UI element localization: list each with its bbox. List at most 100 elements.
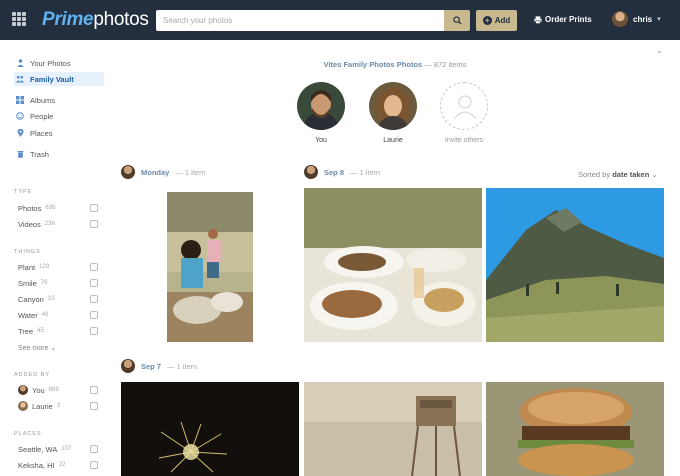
group-count: — 1 item (167, 361, 198, 371)
filter-thing-plant[interactable]: Plant 129 (18, 261, 98, 273)
search-button[interactable] (444, 10, 470, 31)
order-prints-button[interactable]: Order Prints (534, 15, 592, 24)
sort-prefix: Sorted by (578, 170, 611, 179)
sidebar-item-label: Your Photos (30, 58, 71, 68)
invite-others-button[interactable]: Invite others (436, 82, 492, 144)
search-icon (452, 16, 462, 25)
sort-value: date taken (612, 170, 650, 179)
logo-prime-text: Prime (42, 9, 94, 30)
sidebar-item-your-photos[interactable]: Your Photos (14, 56, 104, 70)
sidebar-item-albums[interactable]: Albums (14, 93, 104, 107)
place-pin-icon (16, 129, 24, 137)
plus-icon: + (482, 16, 492, 25)
member-laurie[interactable]: Laurie (365, 82, 421, 144)
add-button[interactable]: + Add (476, 10, 517, 31)
vault-name: Vites Family Photos Photos (323, 60, 423, 69)
filter-added-by-you[interactable]: You 869 (18, 384, 98, 396)
filter-thing-water[interactable]: Water 48 (18, 309, 98, 321)
filter-label: Keksha, HI (18, 460, 55, 470)
filter-label: Plant (18, 262, 36, 272)
avatar (18, 385, 28, 395)
photo-lifeguard-tower[interactable] (304, 382, 482, 476)
sidebar-item-places[interactable]: Places (14, 126, 104, 140)
places-section-heading: PLACES (14, 431, 42, 437)
filter-checkbox[interactable] (90, 263, 98, 271)
filter-checkbox[interactable] (90, 386, 98, 394)
user-avatar (612, 11, 628, 27)
filter-checkbox[interactable] (90, 220, 98, 228)
avatar (304, 165, 318, 179)
filter-checkbox[interactable] (90, 461, 98, 469)
group-header-monday: Monday — 1 item (121, 165, 205, 179)
filter-label: Water (18, 310, 38, 320)
filter-type-videos[interactable]: Videos 236 (18, 218, 98, 230)
family-icon (16, 75, 24, 83)
photo-food-plates[interactable] (304, 188, 482, 342)
sidebar-item-label: People (30, 111, 54, 121)
search-input[interactable] (156, 10, 444, 31)
photo-fireworks[interactable] (121, 382, 299, 476)
see-more-label: See more (18, 345, 49, 352)
member-avatar (369, 82, 417, 130)
filter-checkbox[interactable] (90, 311, 98, 319)
add-person-icon (440, 82, 488, 130)
filter-thing-smile[interactable]: Smile 76 (18, 277, 98, 289)
see-more-link[interactable]: See more ⌄ (18, 344, 56, 352)
sort-dropdown[interactable]: Sorted by date taken ⌄ (578, 170, 658, 179)
filter-count: 45 (37, 328, 44, 334)
member-label: Invite others (444, 137, 484, 144)
filter-thing-tree[interactable]: Tree 45 (18, 325, 98, 337)
filter-checkbox[interactable] (90, 279, 98, 287)
person-icon (16, 59, 24, 67)
type-section-heading: TYPE (14, 189, 33, 195)
vault-count: — 872 items (424, 60, 467, 69)
photo-child-picnic[interactable] (167, 192, 253, 342)
filter-count: 236 (44, 221, 55, 227)
group-date: Sep 7 (141, 361, 162, 371)
filter-count: 636 (45, 205, 56, 211)
filter-checkbox[interactable] (90, 327, 98, 335)
chevron-down-icon: ⌄ (50, 345, 57, 352)
filter-count: 48 (41, 312, 49, 318)
trash-icon (16, 150, 24, 158)
people-icon (16, 112, 24, 120)
filter-count: 129 (39, 264, 50, 270)
sidebar-item-family-vault[interactable]: Family Vault (14, 72, 104, 86)
filter-place-keksha[interactable]: Keksha, HI 22 (18, 459, 98, 471)
filter-count: 869 (48, 387, 59, 393)
sidebar-item-people[interactable]: People (14, 109, 104, 123)
group-date: Monday (141, 167, 170, 177)
avatar (121, 359, 135, 373)
sidebar-item-label: Family Vault (30, 74, 74, 84)
filter-added-by-laurie[interactable]: Laurie 3 (18, 400, 98, 412)
chevron-down-icon[interactable]: ⌄ (656, 46, 663, 55)
filter-checkbox[interactable] (90, 295, 98, 303)
apps-grid-icon[interactable] (12, 12, 26, 26)
filter-thing-canyon[interactable]: Canyon 10 (18, 293, 98, 305)
top-bar: Primephotos + Add Order Prints chris ▾ (0, 0, 680, 40)
filter-count: 137 (61, 446, 72, 452)
filter-count: 76 (40, 280, 48, 286)
filter-checkbox[interactable] (90, 402, 98, 410)
order-prints-label: Order Prints (545, 15, 592, 24)
member-label: You (315, 137, 327, 144)
filter-place-seattle[interactable]: Seattle, WA 137 (18, 443, 98, 455)
added-by-section-heading: ADDED BY (14, 372, 51, 378)
photo-mountain-meadow[interactable] (486, 188, 664, 342)
sidebar: Your Photos Family Vault Albums People P… (0, 40, 112, 476)
group-count: — 1 item (350, 167, 381, 177)
prime-photos-logo[interactable]: Primephotos (42, 9, 149, 31)
filter-label: Smile (18, 278, 37, 288)
sidebar-item-label: Albums (30, 95, 56, 105)
photo-burger[interactable] (486, 382, 664, 476)
sidebar-item-trash[interactable]: Trash (14, 147, 104, 161)
filter-label: Seattle, WA (18, 444, 58, 454)
group-header-sep7: Sep 7 — 1 item (121, 359, 197, 373)
user-menu[interactable]: chris ▾ (612, 11, 661, 27)
filter-type-photos[interactable]: Photos 636 (18, 202, 98, 214)
filter-checkbox[interactable] (90, 204, 98, 212)
member-avatar (297, 82, 345, 130)
filter-checkbox[interactable] (90, 445, 98, 453)
printer-icon (534, 15, 542, 24)
member-you[interactable]: You (293, 82, 349, 144)
